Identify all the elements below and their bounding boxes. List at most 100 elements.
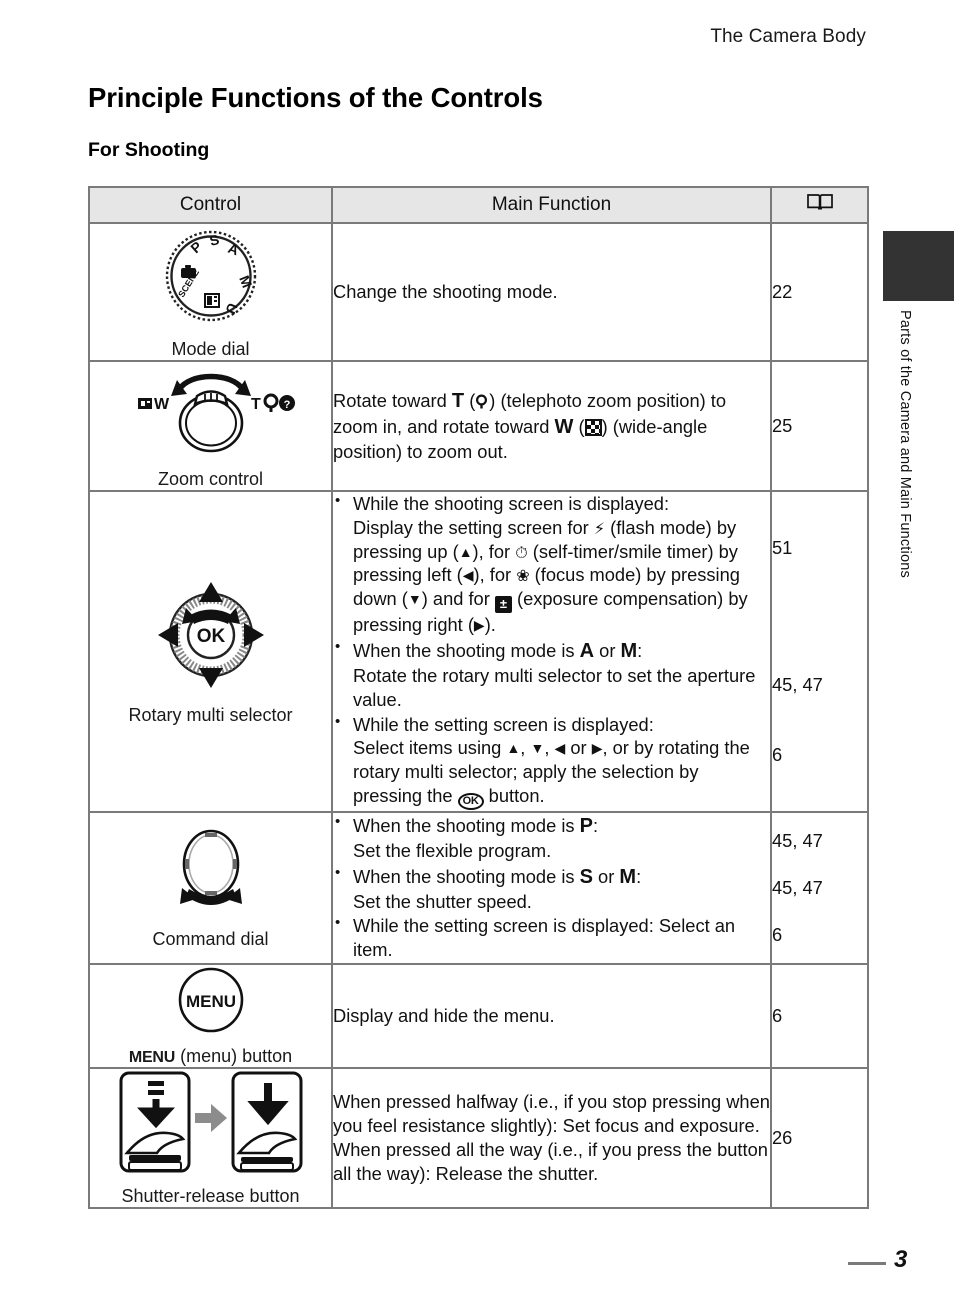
left-arrow-icon: ◀ xyxy=(462,567,474,584)
command-dial-icon xyxy=(90,826,331,923)
table-row-rotary-multi-selector: OK Rotary multi selector • While the sho… xyxy=(88,490,869,813)
bullet-lead: While the setting screen is displayed: S… xyxy=(353,915,736,961)
mode-dial-icon: P S A M U SCENE xyxy=(90,224,331,333)
table-header-row: Control Main Function xyxy=(88,186,869,224)
bullet-lead: When the shooting mode is A or M: xyxy=(353,639,643,662)
exposure-compensation-icon: ± xyxy=(494,596,512,614)
mode-letter-s: S xyxy=(579,865,593,888)
table-row-zoom-control: W T ? Zoom control Rotate toward T () (… xyxy=(88,360,869,492)
bullet-body: Display the setting screen for ⚡ (flash … xyxy=(353,516,748,636)
wide-angle-thumbnail-icon xyxy=(137,398,152,409)
bullet-lead: While the setting screen is displayed: xyxy=(353,713,654,735)
mode-letter-p: P xyxy=(579,814,593,837)
menu-label-prefix: MENU xyxy=(128,1048,176,1066)
function-bullet: When the shooting mode is A or M: Rotate… xyxy=(333,637,770,712)
mode-letter-m: M xyxy=(619,865,637,888)
reference-value: 51 xyxy=(772,536,793,558)
control-cell-zoom-control: W T ? Zoom control xyxy=(88,360,333,492)
svg-text:OK: OK xyxy=(196,626,225,647)
function-cell-mode-dial: Change the shooting mode. xyxy=(331,222,772,362)
controls-table: Control Main Function P S A M U SCENE Mo… xyxy=(88,186,869,1209)
zoom-text-part-1: Rotate toward xyxy=(333,390,452,412)
reference-cell-command-dial: 45, 47 45, 47 6 xyxy=(770,810,869,965)
svg-text:T: T xyxy=(251,396,261,413)
down-arrow-icon: ▼ xyxy=(407,591,422,608)
svg-text:MENU: MENU xyxy=(185,992,235,1011)
reference-value: 6 xyxy=(772,923,783,945)
magnifier-icon xyxy=(475,390,489,411)
magnifier-icon xyxy=(263,393,278,412)
bullet-body: Set the flexible program. xyxy=(353,839,552,861)
table-row-mode-dial: P S A M U SCENE Mode dial Change the sho… xyxy=(88,222,869,362)
zoom-text-part-4: ( xyxy=(573,416,585,438)
reference-cell-mode-dial: 22 xyxy=(770,222,869,362)
control-label: Mode dial xyxy=(171,339,250,359)
control-cell-command-dial: Command dial xyxy=(88,810,333,965)
table-row-command-dial: Command dial When the shooting mode is P… xyxy=(88,810,869,965)
table-row-menu-button: MENU MENU (menu) button Display and hide… xyxy=(88,962,869,1069)
mode-letter-a: A xyxy=(579,639,595,662)
bullet-body: Select items using ▲, ▼, ◀ or ▶, or by r… xyxy=(353,736,770,810)
function-cell-rotary-multi-selector: While the shooting screen is displayed: … xyxy=(331,490,772,813)
reference-cell-zoom-control: 25 xyxy=(770,360,869,492)
page-number: 3 xyxy=(894,1246,908,1273)
function-bullet: While the shooting screen is displayed: … xyxy=(333,491,770,637)
function-bullet: While the setting screen is displayed: S… xyxy=(333,913,770,962)
control-label: Shutter-release button xyxy=(121,1185,300,1206)
function-cell-shutter-release-button: When pressed halfway (i.e., if you stop … xyxy=(331,1066,772,1209)
function-line-1: When pressed halfway (i.e., if you stop … xyxy=(333,1091,770,1137)
reference-cell-rotary-multi-selector: 51 45, 47 6 xyxy=(770,490,869,813)
reference-value: 6 xyxy=(772,744,783,766)
function-cell-zoom-control: Rotate toward T () (telephoto zoom posit… xyxy=(331,360,772,492)
control-cell-menu-button: MENU MENU (menu) button xyxy=(88,962,333,1069)
left-arrow-icon: ◀ xyxy=(554,740,566,757)
thumb-tab-marker xyxy=(883,231,954,301)
page-title: Principle Functions of the Controls xyxy=(88,82,543,113)
bullet-body: Rotate the rotary multi selector to set … xyxy=(353,664,756,710)
flash-icon: ⚡ xyxy=(593,518,606,538)
function-bullet: When the shooting mode is P: Set the fle… xyxy=(333,812,770,863)
menu-button-icon: MENU xyxy=(90,965,331,1040)
self-timer-icon: ⏱ xyxy=(515,542,528,562)
header-control: Control xyxy=(88,186,333,224)
shutter-release-button-icon xyxy=(90,1069,331,1180)
bullet-lead: When the shooting mode is P: xyxy=(353,814,599,837)
control-cell-mode-dial: P S A M U SCENE Mode dial xyxy=(88,222,333,362)
down-arrow-icon: ▼ xyxy=(530,740,545,757)
zoom-control-icon: W T ? xyxy=(90,362,331,463)
header-reference xyxy=(770,186,869,224)
bullet-lead: While the shooting screen is displayed: xyxy=(353,493,670,514)
function-cell-command-dial: When the shooting mode is P: Set the fle… xyxy=(331,810,772,965)
control-label: MENU (menu) button xyxy=(90,1046,331,1067)
reference-value: 45, 47 xyxy=(772,830,823,852)
control-label: Rotary multi selector xyxy=(128,705,293,726)
mode-letter-m: M xyxy=(620,639,638,662)
thumbnail-icon xyxy=(584,419,602,437)
rotary-multi-selector-icon: OK xyxy=(90,576,331,699)
svg-text:?: ? xyxy=(283,399,290,411)
reference-value: 45, 47 xyxy=(772,877,823,899)
control-label: Zoom control xyxy=(157,469,264,489)
up-arrow-icon: ▲ xyxy=(458,543,473,560)
control-label: Command dial xyxy=(152,928,269,949)
help-icon: ? xyxy=(278,395,295,411)
book-icon xyxy=(806,194,833,216)
zoom-text-part-2: ( xyxy=(464,390,476,412)
up-arrow-icon: ▲ xyxy=(506,740,521,757)
control-cell-shutter-release-button: Shutter-release button xyxy=(88,1066,333,1209)
menu-label-suffix: (menu) button xyxy=(175,1045,293,1066)
control-cell-rotary-multi-selector: OK Rotary multi selector xyxy=(88,490,333,813)
section-subtitle: For Shooting xyxy=(88,139,210,161)
manual-page: The Camera Body Principle Functions of t… xyxy=(0,0,954,1314)
svg-text:W: W xyxy=(154,396,170,413)
side-tab-label: Parts of the Camera and Main Functions xyxy=(897,310,913,578)
folio-rule xyxy=(848,1262,886,1265)
macro-focus-icon: ❀ xyxy=(516,566,530,586)
reference-cell-shutter-release-button: 26 xyxy=(770,1066,869,1209)
header-main-function: Main Function xyxy=(331,186,772,224)
table-row-shutter-release-button: Shutter-release button When pressed half… xyxy=(88,1066,869,1209)
function-cell-menu-button: Display and hide the menu. xyxy=(331,962,772,1069)
reference-cell-menu-button: 6 xyxy=(770,962,869,1069)
right-arrow-icon: ▶ xyxy=(473,617,485,634)
ok-button-icon: OK xyxy=(457,792,484,810)
